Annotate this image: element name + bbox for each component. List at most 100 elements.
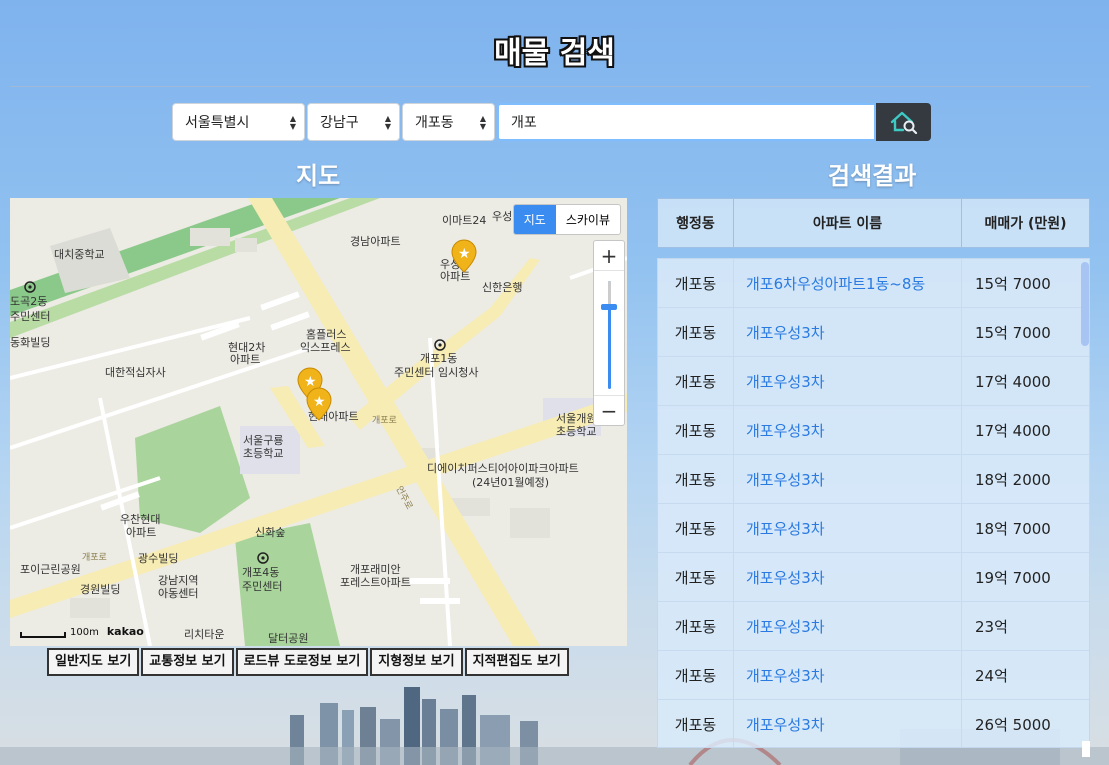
map-label-richitower: 리치타운 — [184, 628, 224, 641]
map-label-gyeongwon: 경원빌딩 — [80, 583, 120, 596]
zoom-slider-handle[interactable] — [601, 304, 617, 310]
cell-apt-link[interactable]: 개포우성3차 — [734, 700, 962, 747]
map-label-gaepo4: 개포4동 — [242, 566, 279, 579]
map-label-gangnam-child: 강남지역 — [158, 574, 198, 587]
map-label-gaeil2: 초등학교 — [556, 425, 596, 438]
terrain-button[interactable]: 지형정보 보기 — [370, 648, 463, 676]
table-row: 개포동 개포우성3차 26억 5000 — [658, 700, 1089, 747]
table-row: 개포동 개포우성3차 17억 4000 — [658, 357, 1089, 406]
keyword-input-value: 개포 — [511, 115, 537, 131]
table-row: 개포동 개포우성3차 19억 7000 — [658, 553, 1089, 602]
page-title: 매물 검색 — [494, 36, 615, 71]
cell-dong: 개포동 — [658, 700, 734, 747]
map-label-homeplus: 홈플러스 — [306, 327, 346, 341]
map-label-woochan: 우찬현대 — [120, 512, 160, 526]
cell-apt-link[interactable]: 개포우성3차 — [734, 308, 962, 356]
cell-price: 15억 7000 — [975, 274, 1051, 293]
scroll-corner — [1082, 741, 1090, 757]
cell-dong: 개포동 — [658, 504, 734, 552]
cell-apt-link[interactable]: 개포우성3차 — [734, 651, 962, 699]
map-type-map-button[interactable]: 지도 — [513, 205, 556, 234]
normal-map-button[interactable]: 일반지도 보기 — [47, 648, 140, 676]
map-label-homeplus2: 익스프레스 — [300, 341, 351, 354]
dong-select[interactable]: 개포동 ▲ ▼ — [402, 103, 495, 141]
table-row: 개포동 개포우성3차 15억 7000 — [658, 308, 1089, 357]
cell-apt-link[interactable]: 개포우성3차 — [734, 602, 962, 650]
map-label-gwangsu: 광수빌딩 — [138, 552, 178, 565]
cell-price: 18억 7000 — [975, 519, 1051, 538]
map-view[interactable]: 이마트24 우성 경남아파트 대치중학교 우성 아파트 신한은행 도곡2동 주민… — [10, 198, 627, 646]
cell-dong: 개포동 — [658, 602, 734, 650]
house-search-icon — [890, 111, 917, 134]
zoom-out-button[interactable]: − — [594, 395, 624, 425]
map-label-poi-park: 포이근린공원 — [20, 563, 81, 576]
svg-text:★: ★ — [304, 374, 317, 390]
select-arrows-icon: ▲ ▼ — [479, 114, 486, 131]
map-label-dh: 디에이치퍼스티어아이파크아파트 — [427, 462, 579, 475]
table-row: 개포동 개포우성3차 18억 7000 — [658, 504, 1089, 553]
svg-text:★: ★ — [458, 246, 471, 262]
cell-apt-link[interactable]: 개포우성3차 — [734, 455, 962, 503]
map-label-gangnam-child2: 아동센터 — [158, 587, 198, 600]
cell-apt-link[interactable]: 개포우성3차 — [734, 406, 962, 454]
map-label-emart24: 이마트24 — [442, 214, 486, 227]
keyword-input[interactable]: 개포 — [497, 103, 876, 141]
cell-apt-link[interactable]: 개포6차우성아파트1동~8동 — [734, 259, 962, 307]
cell-apt-link[interactable]: 개포우성3차 — [734, 553, 962, 601]
results-table-header: 행정동 아파트 이름 매매가 (만원) — [657, 198, 1090, 248]
header-price: 매매가 (만원) — [984, 216, 1067, 232]
cell-price: 24억 — [975, 666, 1008, 685]
svg-text:★: ★ — [313, 394, 326, 410]
cell-price: 15억 7000 — [975, 323, 1051, 342]
map-label-hyundai2b: 아파트 — [230, 353, 260, 366]
table-row: 개포동 개포우성3차 24억 — [658, 651, 1089, 700]
header-apt-name: 아파트 이름 — [734, 199, 962, 247]
map-section-title: 지도 — [296, 162, 341, 190]
map-label-woochan2: 아파트 — [126, 526, 156, 539]
cell-price: 19억 7000 — [975, 568, 1051, 587]
cell-dong: 개포동 — [658, 455, 734, 503]
map-label-gaeporo: 개포로 — [82, 552, 107, 563]
dong-select-value: 개포동 — [415, 115, 454, 131]
district-select-value: 강남구 — [320, 115, 359, 131]
map-label-dogok-center: 주민센터 — [10, 310, 50, 323]
traffic-info-button[interactable]: 교통정보 보기 — [141, 648, 234, 676]
results-table-body[interactable]: 개포동 개포6차우성아파트1동~8동 15억 7000 개포동 개포우성3차 1… — [657, 258, 1090, 748]
table-row: 개포동 개포우성3차 18억 2000 — [658, 455, 1089, 504]
cell-price: 17억 4000 — [975, 372, 1051, 391]
city-select[interactable]: 서울특별시 ▲ ▼ — [172, 103, 305, 141]
cell-dong: 개포동 — [658, 357, 734, 405]
map-label-guryong: 서울구룡 — [243, 434, 283, 447]
map-label-gaepo4-center: 주민센터 — [242, 580, 282, 593]
cell-apt-link[interactable]: 개포우성3차 — [734, 357, 962, 405]
cell-price: 23억 — [975, 617, 1008, 636]
map-label-donghwa: 동화빌딩 — [10, 336, 50, 349]
header-dong: 행정동 — [658, 199, 734, 247]
map-scale-bar: 100m kakao — [20, 625, 144, 638]
map-label-gyeongnam: 경남아파트 — [350, 235, 401, 248]
results-section-title: 검색결과 — [828, 162, 917, 190]
map-label-guryong2: 초등학교 — [243, 447, 283, 460]
results-scrollbar[interactable] — [1081, 262, 1089, 346]
map-mode-buttons: 일반지도 보기 교통정보 보기 로드뷰 도로정보 보기 지형정보 보기 지적편집… — [47, 648, 569, 676]
cell-price: 17억 4000 — [975, 421, 1051, 440]
map-label-woosung-apt: 아파트 — [440, 270, 470, 283]
map-label-dalteo: 달터공원 — [268, 632, 308, 645]
cell-apt-link[interactable]: 개포우성3차 — [734, 504, 962, 552]
map-type-skyview-button[interactable]: 스카이뷰 — [556, 205, 620, 234]
city-select-value: 서울특별시 — [185, 115, 250, 131]
zoom-in-button[interactable]: + — [594, 241, 624, 271]
cell-dong: 개포동 — [658, 553, 734, 601]
district-select[interactable]: 강남구 ▲ ▼ — [307, 103, 400, 141]
search-bar: 서울특별시 ▲ ▼ 강남구 ▲ ▼ 개포동 ▲ ▼ 개포 — [172, 103, 931, 141]
cell-price: 18억 2000 — [975, 470, 1051, 489]
map-label-gaepo1: 개포1동 — [420, 352, 457, 365]
search-button[interactable] — [876, 103, 931, 141]
select-arrows-icon: ▲ ▼ — [384, 114, 391, 131]
cadastral-map-button[interactable]: 지적편집도 보기 — [464, 648, 569, 676]
cell-dong: 개포동 — [658, 406, 734, 454]
table-row: 개포동 개포우성3차 23억 — [658, 602, 1089, 651]
roadview-button[interactable]: 로드뷰 도로정보 보기 — [235, 648, 369, 676]
map-label-shinhwa: 신화숲 — [255, 526, 285, 539]
scale-line — [20, 632, 66, 638]
